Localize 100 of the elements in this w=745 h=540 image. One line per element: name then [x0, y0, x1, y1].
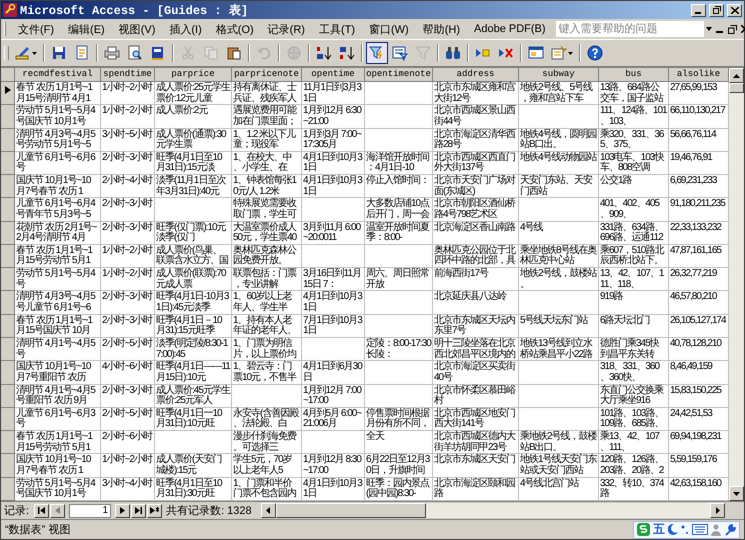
table-cell: 401、402、405、909、	[599, 198, 669, 222]
table-cell: 儿童节 6月1号~6月4号青年节 5月3号~5	[15, 198, 101, 222]
print-preview-icon	[127, 45, 143, 61]
copy-icon	[203, 45, 219, 61]
menu-item[interactable]: 格式(O)	[210, 20, 260, 38]
menu-item[interactable]: 记录(R)	[262, 20, 311, 38]
scroll-down-button[interactable]	[729, 486, 744, 501]
table-cell: 1月到12月 6:30~21:00	[302, 105, 365, 129]
table-cell: 地铁2号线，鼓楼站。	[519, 268, 599, 292]
empty-cell	[365, 384, 433, 408]
save-icon	[51, 45, 67, 61]
help-search-field[interactable]: 键入需要帮助的问题	[556, 21, 704, 37]
table-cell: 特殊展览需要收取门票，学生可	[232, 198, 302, 222]
select-all-corner[interactable]	[1, 68, 15, 82]
menu-item[interactable]: 工具(T)	[312, 20, 361, 38]
menu-item[interactable]: 视图(V)	[112, 20, 162, 38]
table-cell: 地铁13号线到立水桥站乘昌平小22路	[519, 338, 599, 362]
table-cell: 北京市东城区天坛内东里7号	[433, 314, 519, 338]
empty-cell	[365, 244, 433, 268]
table-cell: 2小时~3小时	[101, 384, 155, 408]
table-cell: 停售票时间根据月份有所不同，	[365, 408, 433, 432]
table-cell: 1小时~2小时	[101, 268, 155, 292]
column-header[interactable]: spendtime	[101, 68, 155, 82]
previous-record-button[interactable]	[50, 504, 66, 518]
menu-item[interactable]: Adobe PDF(B)	[468, 22, 552, 36]
table-cell: 大温室票价成人50元，学生票40	[232, 222, 302, 245]
caret-icon[interactable]	[706, 27, 712, 31]
funnel-lightning-button[interactable]	[366, 42, 388, 64]
table-cell: 331路、634路、696路、运通112	[599, 222, 669, 245]
table-cell: 1、碧云寺：门票10元，不售半	[232, 361, 302, 385]
menu-item[interactable]: 文件(F)	[12, 20, 60, 38]
table-cell: 1、在校大、中、小学生、在	[232, 152, 302, 176]
table-cell: 旺季(4月1日至10月31日):30元旺	[155, 478, 232, 501]
table-cell: 北京市海淀区颐和园路	[433, 478, 519, 501]
column-header[interactable]: subway	[519, 68, 599, 82]
column-header[interactable]: parprice	[155, 68, 232, 82]
last-record-button[interactable]	[131, 504, 146, 518]
table-cell: 地铁1号线天安门东站或天安门西站	[519, 454, 599, 478]
table-cell: 3小时~5小时	[101, 128, 155, 152]
column-header[interactable]: parpricenote	[232, 68, 302, 82]
table-cell: 成人票价(联票):70元成人票	[155, 268, 232, 292]
scroll-right-button[interactable]	[710, 503, 725, 518]
empty-cell	[302, 431, 365, 454]
restore-button[interactable]	[709, 4, 724, 16]
table-cell: 成人票价:25元学生票价:12元儿童	[155, 82, 232, 106]
table-cell: 学生5元，70岁以上老年人5	[232, 454, 302, 478]
table-cell: 6路天坛北门	[599, 314, 669, 338]
table-cell: 清明节 4月3号~4月5号劳动节 5月1号~5	[15, 128, 101, 152]
table-cell: 成人票价(天安门城楼):15元	[155, 454, 232, 478]
table-cell: 春节 农历 1月1号~1月15号清明节 4月1	[15, 82, 101, 106]
column-header[interactable]: alsolike	[669, 68, 729, 82]
globe-icon	[286, 45, 302, 61]
table-cell: 周六、周日照常开放	[365, 268, 433, 292]
column-header[interactable]: opentime	[302, 68, 365, 82]
column-header[interactable]: address	[433, 68, 519, 82]
table-cell: 1小时~2小时	[101, 82, 155, 106]
last-record-icon	[135, 507, 142, 514]
table-cell: 1、门票为明信片，以上票价均	[232, 338, 302, 362]
column-header[interactable]: recmdfestival	[15, 68, 101, 82]
table-cell: 103电车、103快车、808空调	[599, 152, 669, 176]
new-record-button[interactable]	[147, 504, 162, 518]
minimize-button[interactable]	[691, 4, 706, 16]
table-cell: 318、331、360、360快、	[599, 361, 669, 385]
table-cell: 1、1.2 米以下儿童；现役军	[232, 128, 302, 152]
menu-item[interactable]: 插入(I)	[163, 20, 208, 38]
sort-descending-icon	[339, 45, 355, 61]
scroll-up-button[interactable]	[729, 68, 744, 83]
book-icon	[150, 45, 166, 61]
menu-item[interactable]: 帮助(H)	[416, 20, 466, 38]
table-cell: 春节 农历 1月1号~1月15号劳动节 5月1	[15, 431, 101, 454]
first-record-button[interactable]	[34, 504, 50, 518]
table-cell: 大多数店铺10点后开门，周一会	[365, 198, 433, 222]
menu-item[interactable]: 窗口(W)	[363, 20, 415, 38]
column-header[interactable]: bus	[599, 68, 669, 82]
table-cell: 101路、103路、109路、685路、	[599, 408, 669, 432]
paste-icon	[226, 45, 242, 61]
table-cell: 花朝节 农历 2月1号~2月4号清明节 4月	[15, 222, 101, 245]
table-cell: 6月22日至12月30日，升旗时间	[365, 454, 433, 478]
record-number-field[interactable]: 1	[69, 504, 112, 518]
scroll-thumb[interactable]	[276, 503, 426, 518]
scroll-thumb[interactable]	[729, 83, 744, 93]
table-cell: 1小时~2小时	[101, 244, 155, 268]
table-cell: 13路、684路公交车，国子监站	[599, 82, 669, 106]
table-cell: 332、转10、374路	[599, 478, 669, 501]
column-header[interactable]: opentimenote	[365, 68, 433, 82]
restore-icon[interactable]	[728, 24, 737, 34]
table-cell: 儿童节 6月1号~6月3号	[15, 408, 101, 432]
scroll-left-button[interactable]	[260, 503, 276, 518]
binoculars-icon	[445, 45, 461, 61]
table-cell: 北京市东城区雍和宫大街12号	[433, 82, 519, 106]
table-cell: 2小时~3小时	[101, 198, 155, 222]
table-cell: 1、60岁以上老年人、学生半	[232, 291, 302, 315]
table-cell: 2小时~3小时	[101, 222, 155, 245]
row-selector[interactable]	[1, 82, 15, 106]
next-record-button[interactable]	[115, 504, 130, 518]
close-button[interactable]	[727, 4, 742, 16]
menu-item[interactable]: 编辑(E)	[62, 20, 111, 38]
caret-icon	[32, 52, 37, 54]
table-cell: 北京市海淀区清华西路28号	[433, 128, 519, 152]
table-cell: 北京市朝阳区酒仙桥路4号798艺术区	[433, 198, 519, 222]
